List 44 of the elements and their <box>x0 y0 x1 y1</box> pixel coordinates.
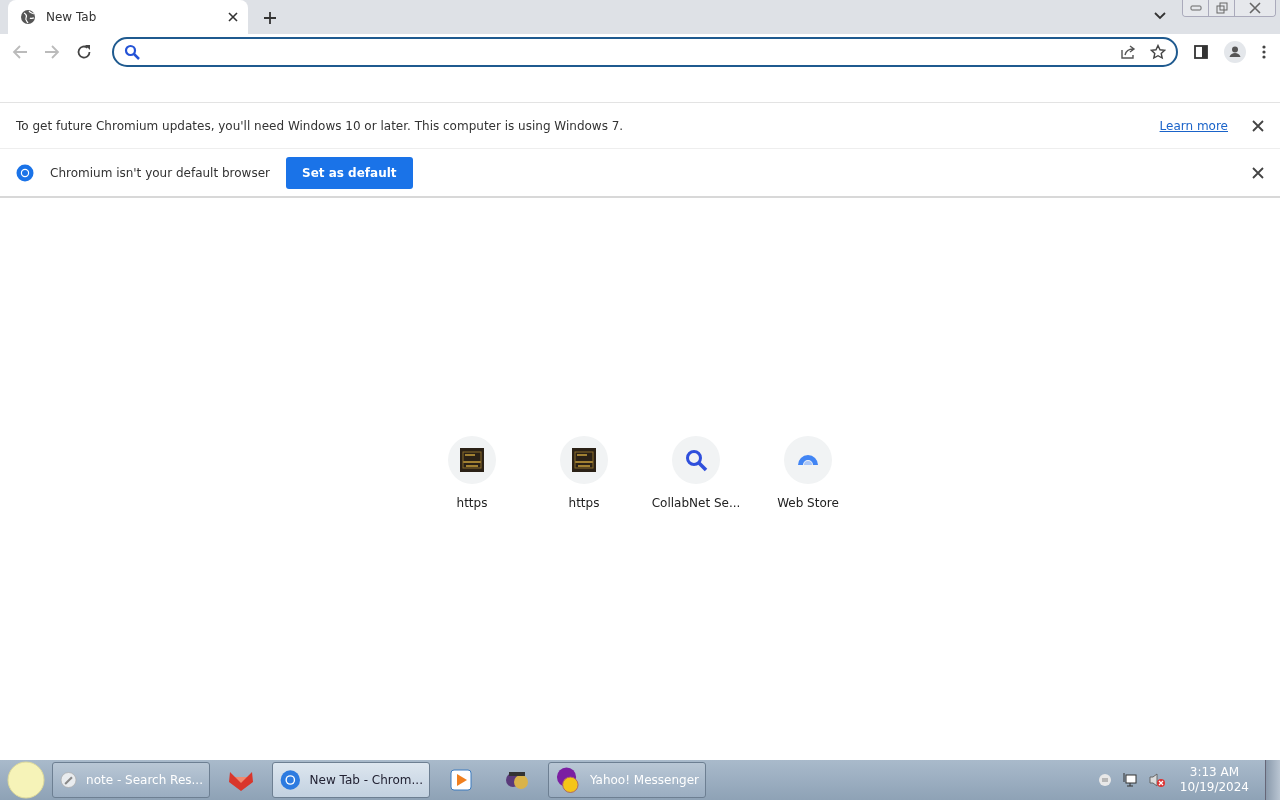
shortcut-tile[interactable]: https <box>528 436 640 760</box>
rainbow-icon <box>798 455 818 465</box>
media-player-icon <box>447 766 475 794</box>
shortcut-tile[interactable]: Web Store <box>752 436 864 760</box>
globe-icon <box>20 9 36 25</box>
restore-button[interactable] <box>1209 0 1235 16</box>
reload-icon[interactable] <box>76 44 92 60</box>
infobar-message: To get future Chromium updates, you'll need Windows 10 or later. This computer is using Windows 7. <box>16 118 624 133</box>
chromium-logo-icon <box>16 163 34 182</box>
start-button[interactable] <box>6 760 46 800</box>
star-icon[interactable] <box>1150 44 1166 60</box>
search-icon <box>124 44 140 60</box>
close-icon[interactable] <box>1252 119 1264 132</box>
menu-icon[interactable] <box>1262 45 1266 59</box>
search-icon <box>684 448 708 472</box>
share-icon[interactable] <box>1120 44 1136 60</box>
thumbnail-icon <box>572 448 596 472</box>
side-panel-icon[interactable] <box>1194 45 1208 59</box>
infobar-message: Chromium isn't your default browser <box>50 165 270 180</box>
shortcut-tile[interactable]: CollabNet Se... <box>640 436 752 760</box>
muted-speaker-icon[interactable] <box>1147 772 1166 788</box>
close-button[interactable] <box>1235 0 1275 16</box>
taskbar-button[interactable]: New Tab - Chrom... <box>272 762 430 798</box>
close-icon <box>1249 2 1261 14</box>
new-tab-button[interactable] <box>262 10 278 26</box>
show-desktop-button[interactable] <box>1265 760 1280 800</box>
network-icon[interactable] <box>1121 772 1138 788</box>
shortcut-title: CollabNet Se... <box>651 496 741 510</box>
learn-more-link[interactable]: Learn more <box>1159 118 1228 133</box>
set-default-button[interactable]: Set as default <box>286 156 413 189</box>
shortcut-title: https <box>456 496 488 510</box>
tab[interactable]: New Tab <box>8 0 248 34</box>
close-icon[interactable] <box>228 12 238 22</box>
minimize-icon <box>1189 5 1202 11</box>
close-icon[interactable] <box>1252 166 1264 179</box>
address-bar[interactable] <box>112 37 1178 67</box>
shortcut-tile[interactable]: https <box>416 436 528 760</box>
chevron-down-icon[interactable] <box>1154 12 1166 20</box>
shortcut-title: https <box>568 496 600 510</box>
tab-title: New Tab <box>46 10 98 24</box>
thumbnail-icon <box>460 448 484 472</box>
shortcut-title: Web Store <box>777 496 839 510</box>
profile-icon[interactable] <box>1224 41 1246 63</box>
restore-icon <box>1215 2 1228 14</box>
